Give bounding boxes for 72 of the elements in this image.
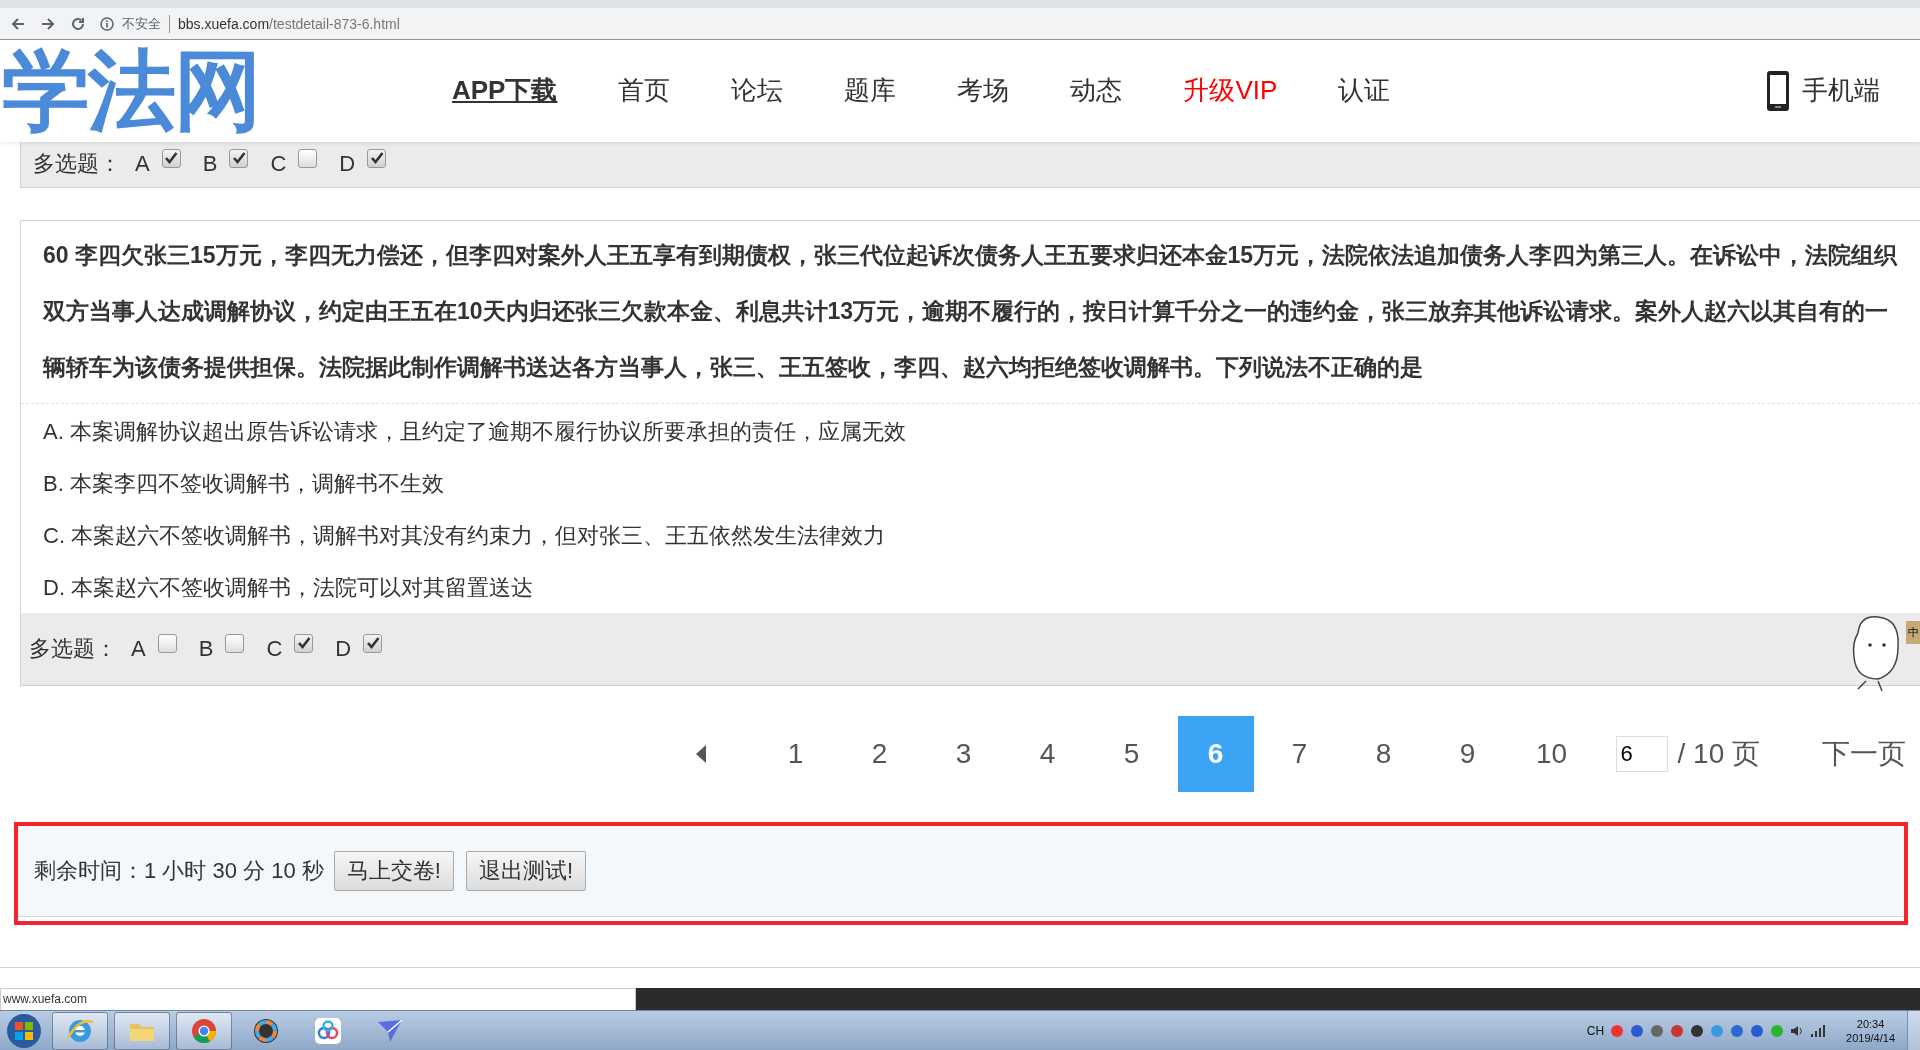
side-toolbar[interactable]: 中 xyxy=(1906,620,1920,644)
page-link[interactable]: 10 xyxy=(1513,716,1590,793)
page-link[interactable]: 2 xyxy=(841,716,918,793)
checkbox[interactable] xyxy=(298,148,318,168)
checkbox[interactable] xyxy=(294,633,314,653)
option-letter: B xyxy=(198,636,214,663)
reload-icon[interactable] xyxy=(70,15,86,32)
option-letter: B xyxy=(202,151,218,178)
tray-app-icon[interactable] xyxy=(1650,1023,1665,1038)
clock-time: 20:34 xyxy=(1856,1016,1885,1031)
question-type-label: 多选题： xyxy=(29,635,117,664)
checkbox[interactable] xyxy=(363,633,383,653)
page-input[interactable]: 6 xyxy=(1615,736,1668,773)
side-toolbar-label[interactable]: 中 xyxy=(1907,624,1919,640)
page-link[interactable]: 4 xyxy=(1009,716,1086,793)
signal-icon[interactable] xyxy=(1810,1023,1827,1038)
page-link[interactable]: 5 xyxy=(1093,716,1170,793)
security-label: 不安全 xyxy=(122,14,170,33)
page-total: / 10 页 xyxy=(1677,737,1760,772)
option-letter: D xyxy=(335,636,352,663)
nav-link[interactable]: 论坛 xyxy=(731,73,784,109)
mobile-link[interactable]: 手机端 xyxy=(1802,73,1880,109)
nav-link[interactable]: 首页 xyxy=(618,73,671,109)
option-letter: D xyxy=(339,151,356,178)
site-logo[interactable]: 学法网 xyxy=(2,46,302,135)
checkbox[interactable] xyxy=(367,148,387,168)
address-url[interactable]: bbs.xuefa.com/testdetail-873-6.html xyxy=(178,15,400,32)
checkbox[interactable] xyxy=(161,148,181,168)
tray-app-icon[interactable] xyxy=(1690,1023,1705,1038)
checkbox[interactable] xyxy=(157,633,177,653)
page-link[interactable]: 1 xyxy=(757,716,834,793)
cloud-icon[interactable] xyxy=(313,1015,343,1046)
next-page-link[interactable]: 下一页 xyxy=(1822,735,1906,774)
answer-option: D. 本案赵六不签收调解书，法院可以对其留置送达 xyxy=(43,561,1898,614)
option-letter: A xyxy=(131,636,146,663)
answer-option: A. 本案调解协议超出原告诉讼请求，且约定了逾期不履行协议所要承担的责任，应属无效 xyxy=(43,405,1898,458)
forward-icon[interactable] xyxy=(40,15,56,32)
answer-option: B. 本案李四不签收调解书，调解书不生效 xyxy=(43,457,1898,510)
exam-button[interactable]: 退出测试! xyxy=(465,851,586,892)
question-text: 60 李四欠张三15万元，李四无力偿还，但李四对案外人王五享有到期债权，张三代位起诉次债务人王五要求归还本金15万元，法院依法追加债务人李四为第三人。在诉讼中，法院组织双方当事人达成调解协议，约定由王五在10天内归还张三欠款本金、利息共计13万元，逾期不履行的，按日计算千分之一的违约金，张三放弃其他诉讼请求。案外人赵六以其自有的一辆轿车为该债务提供担保。法院据此制作调解书送达各方当事人，张三、王五签收，李四、赵六均拒绝签收调解书。下列说法不正确的是 xyxy=(21,220,1920,404)
back-icon[interactable] xyxy=(10,15,26,32)
show-desktop-button[interactable] xyxy=(1907,1010,1920,1050)
remaining-time: 剩余时间：1 小时 30 分 10 秒 xyxy=(34,857,324,886)
option-letter: C xyxy=(270,151,287,178)
input-language[interactable]: CH xyxy=(1586,1023,1605,1038)
taskbar-button[interactable] xyxy=(176,1011,232,1050)
option-letter: C xyxy=(266,636,283,663)
nav-link[interactable]: 考场 xyxy=(957,73,1010,109)
start-button-icon[interactable] xyxy=(6,1012,42,1049)
page-link[interactable]: 3 xyxy=(925,716,1002,793)
tray-app-icon[interactable] xyxy=(1750,1023,1765,1038)
exam-button[interactable]: 马上交卷! xyxy=(333,851,454,892)
answer-option: C. 本案赵六不签收调解书，调解书对其没有约束力，但对张三、王五依然发生法律效力 xyxy=(43,509,1898,562)
page-link[interactable]: 9 xyxy=(1429,716,1506,793)
previous-page-icon[interactable] xyxy=(695,745,706,764)
status-url: www.xuefa.com xyxy=(0,988,636,1010)
checkbox[interactable] xyxy=(225,633,245,653)
nav-link[interactable]: 题库 xyxy=(844,73,897,109)
nav-link[interactable]: 动态 xyxy=(1070,73,1123,109)
option-letter: A xyxy=(135,151,150,178)
page-link[interactable]: 7 xyxy=(1261,716,1338,793)
clock-date: 2019/4/14 xyxy=(1846,1030,1895,1045)
nav-link[interactable]: 升级VIP xyxy=(1183,73,1278,109)
nav-link[interactable]: APP下载 xyxy=(452,73,558,109)
phone-icon[interactable] xyxy=(1766,69,1790,112)
page-link[interactable]: 8 xyxy=(1345,716,1422,793)
speaker-icon[interactable] xyxy=(1790,1023,1805,1038)
info-icon[interactable] xyxy=(100,16,114,31)
nav-link[interactable]: 认证 xyxy=(1338,73,1391,109)
checkbox[interactable] xyxy=(229,148,249,168)
tray-app-icon[interactable] xyxy=(1630,1023,1645,1038)
question-type-label: 多选题： xyxy=(33,150,121,179)
